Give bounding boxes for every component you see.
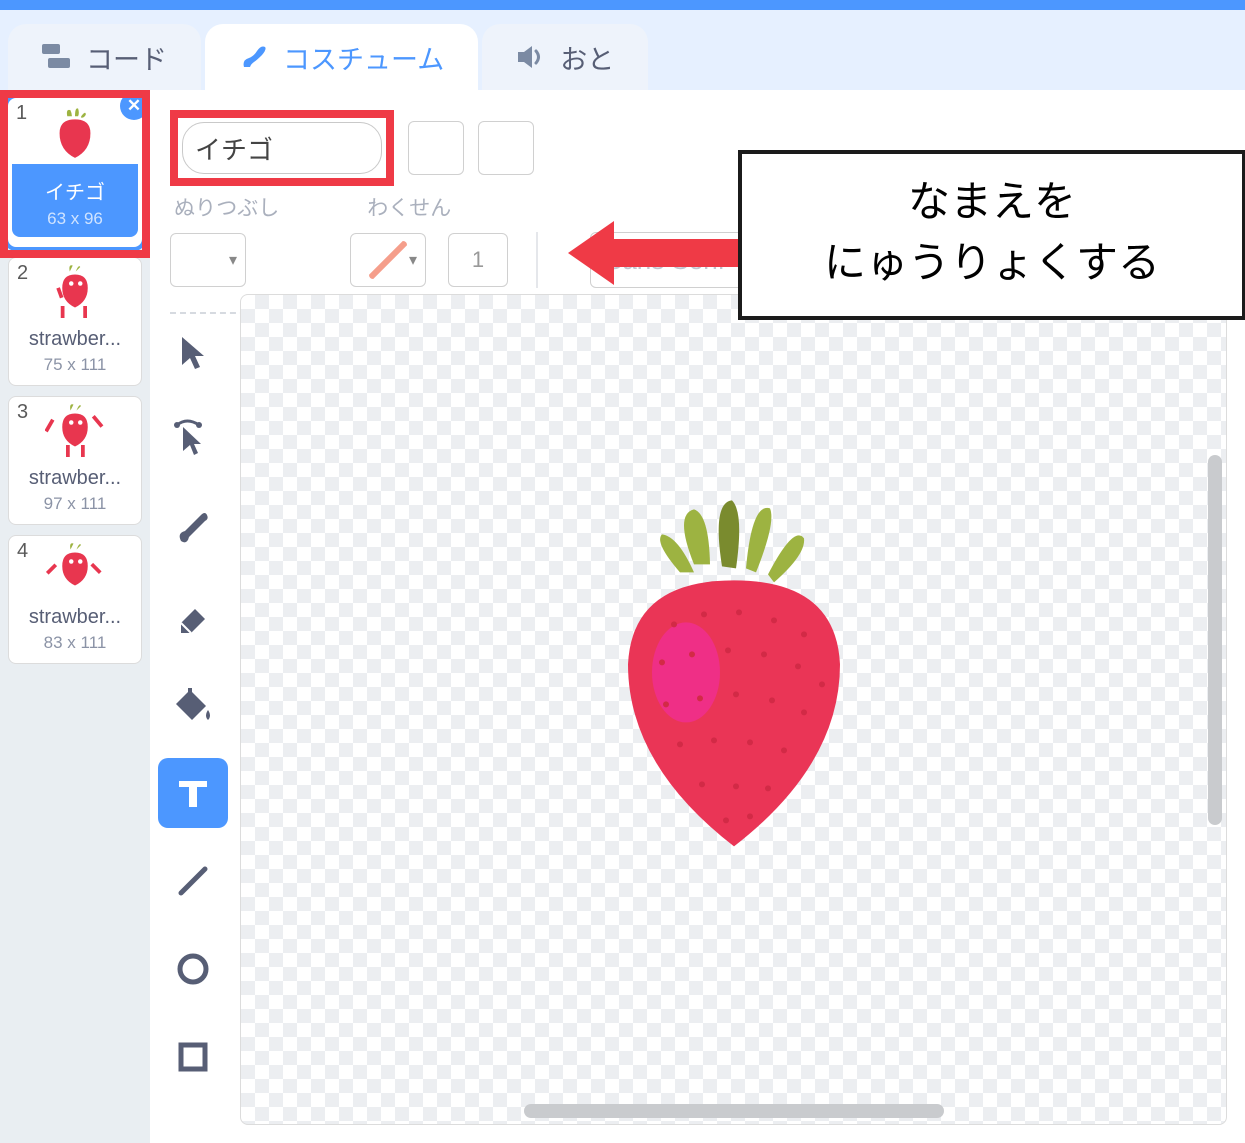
no-outline-icon <box>369 241 407 279</box>
undo-button[interactable] <box>408 121 464 175</box>
sound-icon <box>516 44 546 70</box>
brush-icon <box>239 42 269 72</box>
annotation-line1: なまえを <box>752 172 1232 233</box>
costume-dimensions: 97 x 111 <box>44 494 107 514</box>
costume-name: strawber... <box>29 328 121 351</box>
fill-label: ぬりつぶし <box>174 192 279 222</box>
costume-item-1[interactable]: ✕ 1 イチゴ 63 x 96 <box>8 98 142 247</box>
costume-number: 2 <box>17 262 28 285</box>
tool-select[interactable] <box>158 318 228 388</box>
app-topbar <box>0 0 1245 10</box>
vertical-scrollbar[interactable] <box>1208 455 1222 825</box>
tab-sounds[interactable]: おと <box>482 24 648 90</box>
costume-thumb <box>35 264 115 324</box>
costume-name: イチゴ <box>12 176 138 205</box>
costume-name: strawber... <box>29 606 121 629</box>
tool-eraser[interactable] <box>158 582 228 652</box>
costume-number: 4 <box>17 540 28 563</box>
tool-brush[interactable] <box>158 494 228 564</box>
annotation-arrow <box>568 228 738 278</box>
tool-line[interactable] <box>158 846 228 916</box>
costume-item-2[interactable]: 2 strawber... 75 x 111 <box>8 257 142 386</box>
costume-thumb <box>35 542 115 602</box>
annotation-callout: なまえを にゅうりょくする <box>738 150 1245 320</box>
outline-color-picker[interactable] <box>350 233 426 287</box>
costume-item-3[interactable]: 3 strawber... 97 x 111 <box>8 396 142 525</box>
costume-name: strawber... <box>29 467 121 490</box>
costume-dimensions: 63 x 96 <box>12 209 138 229</box>
tool-text[interactable] <box>158 758 228 828</box>
costume-item-4[interactable]: 4 strawber... 83 x 111 <box>8 535 142 664</box>
horizontal-scrollbar[interactable] <box>524 1104 944 1118</box>
costume-dimensions: 83 x 111 <box>44 633 107 653</box>
outline-width-input[interactable] <box>448 233 508 287</box>
costume-thumb <box>35 403 115 463</box>
fill-color-picker[interactable] <box>170 233 246 287</box>
annotation-highlight-name <box>170 110 394 186</box>
tab-sounds-label: おと <box>560 38 614 77</box>
costume-thumb <box>35 104 115 164</box>
arrow-shaft <box>614 239 738 267</box>
annotation-line2: にゅうりょくする <box>752 233 1232 294</box>
redo-button[interactable] <box>478 121 534 175</box>
code-icon <box>42 44 72 70</box>
tab-code-label: コード <box>86 38 167 77</box>
tab-bar: コード コスチューム おと <box>0 10 1245 90</box>
tab-costumes[interactable]: コスチューム <box>205 24 478 90</box>
outline-label: わくせん <box>367 192 451 222</box>
costume-dimensions: 75 x 111 <box>44 355 107 375</box>
tab-costumes-label: コスチューム <box>283 38 444 77</box>
tool-reshape[interactable] <box>158 406 228 476</box>
tool-circle[interactable] <box>158 934 228 1004</box>
costume-number: 3 <box>17 401 28 424</box>
costume-editor: なまえを にゅうりょくする ぬりつぶし わくせん <box>150 90 1245 1143</box>
paint-canvas[interactable] <box>240 294 1227 1125</box>
arrow-head-icon <box>568 221 614 285</box>
costume-name-input[interactable] <box>182 122 382 174</box>
delete-costume-icon[interactable]: ✕ <box>120 92 148 120</box>
tool-column <box>150 290 236 1143</box>
canvas-artwork <box>584 494 884 879</box>
tool-fill[interactable] <box>158 670 228 740</box>
costume-number: 1 <box>16 102 27 125</box>
costume-list: ✕ 1 イチゴ 63 x 96 2 strawber... 75 x 111 3… <box>0 90 150 1143</box>
tab-code[interactable]: コード <box>8 24 201 90</box>
tool-rect[interactable] <box>158 1022 228 1092</box>
